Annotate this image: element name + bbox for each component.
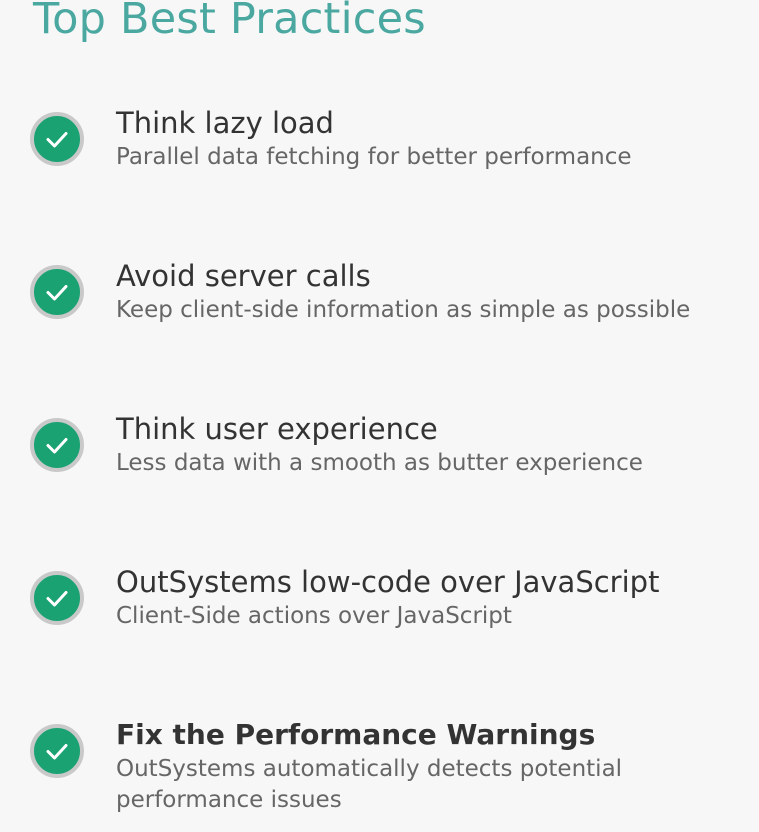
item-title: Think lazy load (116, 106, 334, 140)
check-circle-icon (30, 265, 84, 319)
page-title: Top Best Practices (33, 0, 426, 44)
item-title: Avoid server calls (116, 259, 371, 293)
check-circle-icon (30, 112, 84, 166)
item-description: Client-Side actions over JavaScript (116, 603, 512, 629)
item-description: Keep client-side information as simple a… (116, 297, 691, 323)
item-description: OutSystems automatically detects potenti… (116, 756, 623, 813)
item-description: Parallel data fetching for better perfor… (116, 144, 632, 170)
item-title: OutSystems low-code over JavaScript (116, 565, 660, 599)
item-title: Think user experience (116, 412, 438, 446)
check-circle-icon (30, 418, 84, 472)
check-circle-icon (30, 571, 84, 625)
item-description: Less data with a smooth as butter experi… (116, 450, 643, 476)
check-circle-icon (30, 724, 84, 778)
item-title: Fix the Performance Warnings (116, 718, 596, 751)
